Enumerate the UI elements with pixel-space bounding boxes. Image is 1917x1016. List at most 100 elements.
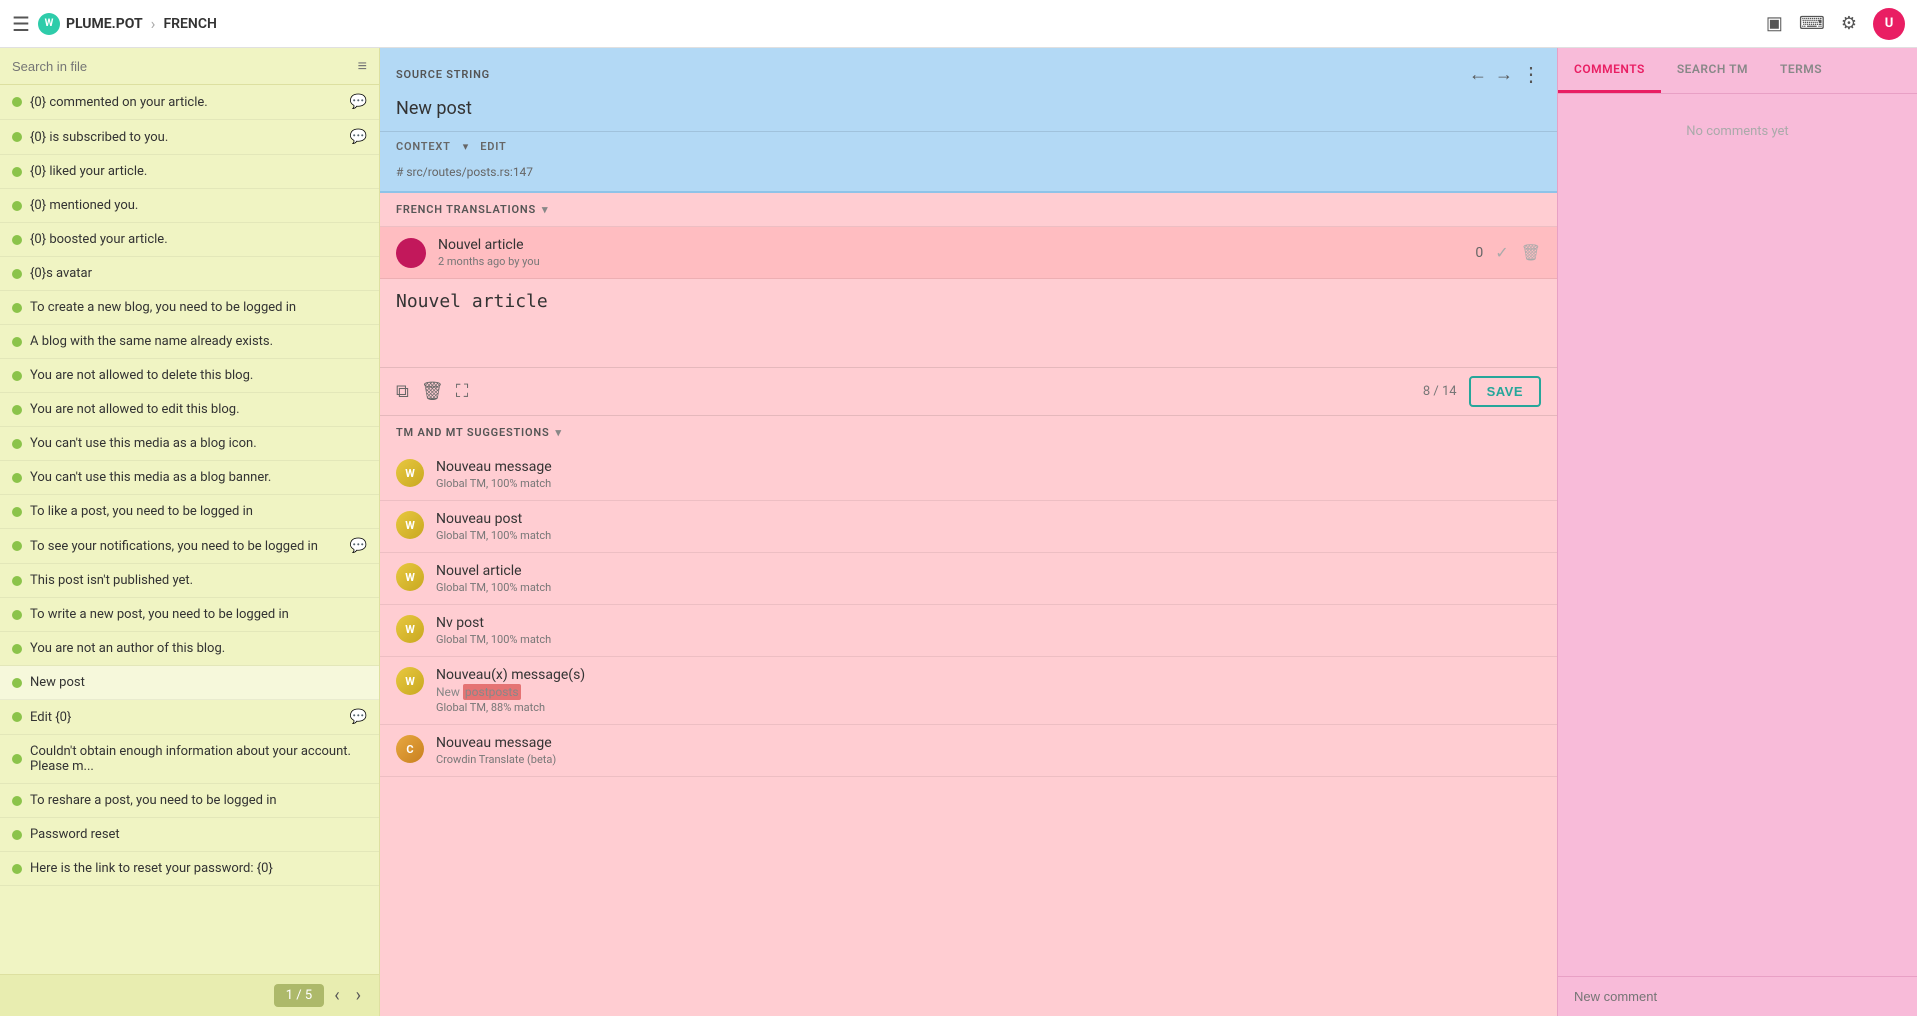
status-dot <box>12 132 22 142</box>
list-item[interactable]: Here is the link to reset your password:… <box>0 852 379 886</box>
entry-avatar <box>396 238 426 268</box>
list-item[interactable]: {0} boosted your article. <box>0 223 379 257</box>
status-dot <box>12 507 22 517</box>
source-area: SOURCE STRING ← → ⋮ New post CONTEXT ▾ E… <box>380 48 1557 193</box>
list-item[interactable]: You can't use this media as a blog icon. <box>0 427 379 461</box>
fullscreen-icon[interactable]: ⛶ <box>456 381 469 402</box>
item-text: To reshare a post, you need to be logged… <box>30 793 367 808</box>
prev-page-button[interactable]: ‹ <box>328 983 345 1008</box>
approve-button[interactable]: ✓ <box>1495 243 1508 262</box>
suggestions-label: TM AND MT SUGGESTIONS <box>396 426 550 439</box>
status-dot <box>12 303 22 313</box>
entry-vote: 0 <box>1475 245 1483 261</box>
save-button[interactable]: SAVE <box>1469 376 1541 407</box>
list-item[interactable]: This post isn't published yet. <box>0 564 379 598</box>
tab-comments[interactable]: COMMENTS <box>1558 48 1661 93</box>
layout-icon[interactable]: ▣ <box>1766 13 1783 34</box>
suggestion-item[interactable]: W Nouveau(x) message(s)New postposts Glo… <box>380 657 1557 725</box>
weblate-tm-icon: W <box>396 667 424 695</box>
status-dot <box>12 541 22 551</box>
list-item[interactable]: Password reset <box>0 818 379 852</box>
suggestion-item[interactable]: C Nouveau message Crowdin Translate (bet… <box>380 725 1557 777</box>
item-text: You are not an author of this blog. <box>30 641 367 656</box>
suggestion-meta: Global TM, 100% match <box>436 529 1541 542</box>
translations-dropdown[interactable]: ▾ <box>542 203 548 216</box>
item-text: You can't use this media as a blog banne… <box>30 470 367 485</box>
next-page-button[interactable]: › <box>350 983 367 1008</box>
item-text: You are not allowed to edit this blog. <box>30 402 367 417</box>
delete-icon[interactable]: 🗑 <box>421 381 444 402</box>
char-count: 8 / 14 <box>1423 384 1457 399</box>
entry-meta: 2 months ago by you <box>438 255 1463 268</box>
entry-actions: 0 ✓ 🗑 <box>1475 243 1541 262</box>
filter-icon[interactable]: ≡ <box>358 56 367 76</box>
toolbar-right: 8 / 14 SAVE <box>1423 376 1541 407</box>
keyboard-icon[interactable]: ⌨ <box>1799 13 1825 34</box>
copy-icon[interactable]: ⧉ <box>396 381 409 402</box>
suggestion-item[interactable]: W Nv post Global TM, 100% match <box>380 605 1557 657</box>
list-item[interactable]: You are not allowed to edit this blog. <box>0 393 379 427</box>
list-item[interactable]: New post <box>0 666 379 700</box>
nav-logo-text: PLUME.POT <box>66 16 143 32</box>
source-prev-button[interactable]: ← <box>1469 64 1487 85</box>
context-dropdown[interactable]: ▾ <box>463 140 469 153</box>
list-item[interactable]: To write a new post, you need to be logg… <box>0 598 379 632</box>
settings-icon[interactable]: ⚙ <box>1841 13 1857 34</box>
status-dot <box>12 235 22 245</box>
delete-entry-button[interactable]: 🗑 <box>1521 243 1541 262</box>
item-text: Edit {0} <box>30 710 342 725</box>
status-dot <box>12 371 22 381</box>
list-item[interactable]: {0}s avatar <box>0 257 379 291</box>
source-next-button[interactable]: → <box>1495 64 1513 85</box>
edit-label[interactable]: EDIT <box>480 140 506 153</box>
item-text: {0} mentioned you. <box>30 198 367 213</box>
suggestion-meta: Global TM, 100% match <box>436 477 1541 490</box>
status-dot <box>12 167 22 177</box>
left-list: {0} commented on your article. 💬 {0} is … <box>0 85 379 974</box>
item-text: {0} is subscribed to you. <box>30 130 342 145</box>
status-dot <box>12 864 22 874</box>
suggestion-item[interactable]: W Nouveau message Global TM, 100% match <box>380 449 1557 501</box>
weblate-icon: W <box>38 13 60 35</box>
list-item[interactable]: To create a new blog, you need to be log… <box>0 291 379 325</box>
list-item[interactable]: {0} is subscribed to you. 💬 <box>0 120 379 155</box>
suggestion-text: Nouveau message <box>436 459 1541 475</box>
list-item[interactable]: To like a post, you need to be logged in <box>0 495 379 529</box>
list-item[interactable]: Edit {0} 💬 <box>0 700 379 735</box>
nav-logo[interactable]: W PLUME.POT <box>38 13 143 35</box>
main-layout: ≡ {0} commented on your article. 💬 {0} i… <box>0 48 1917 1016</box>
tab-search-tm[interactable]: SEARCH TM <box>1661 48 1764 93</box>
pagination-label: 1 / 5 <box>274 984 324 1007</box>
list-item[interactable]: {0} commented on your article. 💬 <box>0 85 379 120</box>
source-more-button[interactable]: ⋮ <box>1521 62 1541 86</box>
list-item[interactable]: You are not allowed to delete this blog. <box>0 359 379 393</box>
list-item[interactable]: You can't use this media as a blog banne… <box>0 461 379 495</box>
list-item[interactable]: A blog with the same name already exists… <box>0 325 379 359</box>
list-item[interactable]: {0} mentioned you. <box>0 189 379 223</box>
list-item[interactable]: To see your notifications, you need to b… <box>0 529 379 564</box>
weblate-tm-icon: W <box>396 511 424 539</box>
search-input[interactable] <box>12 59 350 74</box>
list-item[interactable]: You are not an author of this blog. <box>0 632 379 666</box>
item-text: To like a post, you need to be logged in <box>30 504 367 519</box>
list-item[interactable]: To reshare a post, you need to be logged… <box>0 784 379 818</box>
list-item[interactable]: Couldn't obtain enough information about… <box>0 735 379 784</box>
avatar[interactable]: U <box>1873 8 1905 40</box>
menu-icon[interactable]: ☰ <box>12 12 30 36</box>
list-item[interactable]: {0} liked your article. <box>0 155 379 189</box>
translations-header: FRENCH TRANSLATIONS ▾ <box>380 193 1557 227</box>
comment-icon: 💬 <box>350 709 367 725</box>
nav-chevron: › <box>151 14 156 33</box>
suggestion-meta: Global TM, 88% match <box>436 701 1541 714</box>
left-panel: ≡ {0} commented on your article. 💬 {0} i… <box>0 48 380 1016</box>
suggestion-subtext: New postposts <box>436 685 1541 699</box>
context-label: CONTEXT <box>396 140 451 153</box>
suggestion-item[interactable]: W Nouveau post Global TM, 100% match <box>380 501 1557 553</box>
comment-icon: 💬 <box>350 538 367 554</box>
new-comment-input[interactable] <box>1574 989 1901 1004</box>
suggestions-dropdown[interactable]: ▾ <box>556 426 562 439</box>
tab-terms[interactable]: TERMS <box>1764 48 1838 93</box>
item-text: You can't use this media as a blog icon. <box>30 436 367 451</box>
suggestion-item[interactable]: W Nouvel article Global TM, 100% match <box>380 553 1557 605</box>
translation-input[interactable]: Nouvel article <box>396 291 1541 351</box>
